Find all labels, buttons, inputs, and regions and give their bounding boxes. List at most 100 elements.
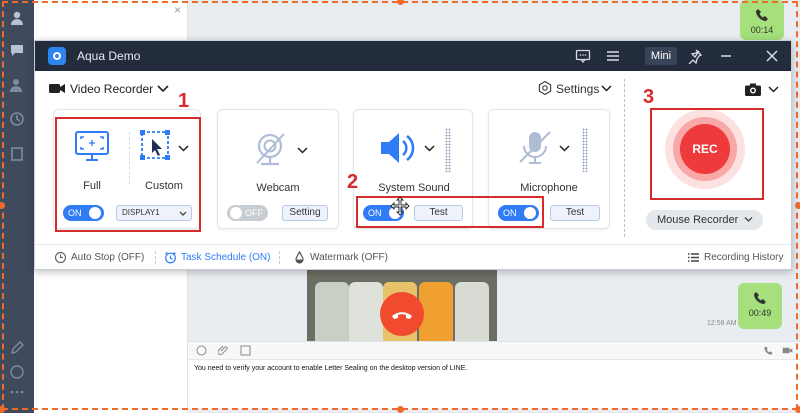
auto-stop-link[interactable]: Auto Stop (OFF)	[54, 251, 145, 264]
webcam-setting-button[interactable]: Setting	[282, 205, 328, 221]
task-schedule-label: Task Schedule (ON)	[181, 252, 271, 263]
toggle-knob	[524, 207, 536, 219]
speaker-icon[interactable]	[378, 128, 418, 168]
rec-button-halo: REC	[665, 109, 745, 189]
webcam-toggle[interactable]: OFF	[227, 205, 268, 221]
chat-input-area[interactable]: You need to verify your account to enabl…	[188, 359, 800, 409]
watermark-link[interactable]: Watermark (OFF)	[295, 251, 388, 264]
auto-stop-label: Auto Stop (OFF)	[71, 252, 145, 263]
webcam-off-icon[interactable]	[252, 130, 292, 170]
profile-icon[interactable]	[9, 10, 25, 26]
chevron-down-icon[interactable]	[424, 144, 435, 153]
annotation-number-2: 2	[347, 171, 359, 193]
add-friend-icon[interactable]	[9, 77, 25, 93]
settings-gear-icon[interactable]	[538, 81, 552, 95]
full-label: Full	[83, 180, 101, 192]
recording-history-link[interactable]: Recording History	[688, 252, 784, 263]
chevron-down-icon[interactable]	[157, 83, 169, 93]
webcam-label: Webcam	[256, 182, 300, 194]
resize-handle[interactable]	[397, 406, 404, 413]
chevron-down-icon[interactable]	[768, 84, 779, 94]
system-volume-meter	[445, 128, 451, 172]
recording-history-label: Recording History	[704, 252, 784, 263]
footer-separator	[155, 251, 156, 264]
microphone-toggle[interactable]: ON	[498, 205, 539, 221]
toggle-knob	[89, 207, 101, 219]
custom-region-icon[interactable]	[140, 130, 174, 164]
move-cursor-icon	[390, 196, 410, 216]
task-schedule-link[interactable]: Task Schedule (ON)	[165, 252, 271, 264]
recorder-footer: Auto Stop (OFF) Task Schedule (ON) Water…	[35, 244, 791, 270]
screen-record-toggle[interactable]: ON	[63, 205, 104, 221]
phone-icon	[756, 9, 768, 21]
system-sound-test-button[interactable]: Test	[414, 205, 463, 221]
microphone-test-button[interactable]: Test	[550, 205, 600, 221]
mouse-recorder-button[interactable]: Mouse Recorder	[646, 210, 763, 230]
call-icon[interactable]	[763, 345, 774, 356]
recorder-window: Aqua Demo Mini Video Recorder Settings F…	[34, 40, 792, 270]
screenshot-icon[interactable]	[240, 345, 251, 356]
call-duration: 00:49	[748, 308, 772, 318]
chat-app-sidebar	[0, 0, 34, 413]
microphone-muted-icon[interactable]	[515, 128, 555, 168]
hang-up-button[interactable]	[380, 292, 424, 336]
toggle-knob	[230, 207, 242, 219]
mode-header: Video Recorder Settings	[35, 71, 624, 107]
call-bubble[interactable]: 00:49	[738, 283, 782, 329]
call-bubble[interactable]: 00:14	[740, 0, 784, 40]
toggle-state: ON	[503, 208, 517, 218]
chevron-down-icon	[744, 217, 753, 222]
notes-icon[interactable]	[9, 146, 25, 162]
settings-dropdown[interactable]: Settings	[556, 82, 599, 96]
chats-icon[interactable]	[9, 42, 25, 58]
watermark-label: Watermark (OFF)	[310, 252, 388, 263]
system-sound-label: System Sound	[378, 182, 450, 194]
chevron-down-icon[interactable]	[178, 144, 189, 153]
pin-icon[interactable]	[687, 48, 703, 64]
webcam-card: Webcam OFF Setting	[217, 109, 339, 229]
full-screen-icon[interactable]	[74, 130, 110, 162]
phone-icon	[754, 292, 766, 304]
system-sound-card: System Sound ON Test	[353, 109, 473, 229]
mouse-recorder-label: Mouse Recorder	[657, 214, 739, 226]
camera-icon[interactable]	[745, 83, 761, 96]
chevron-down-icon[interactable]	[559, 144, 570, 153]
screen-area-card: Full Custom ON DISPLAY1	[53, 109, 201, 229]
card-separator	[129, 132, 130, 184]
microphone-label: Microphone	[520, 182, 578, 194]
feedback-icon[interactable]	[575, 48, 591, 64]
clock-icon[interactable]	[9, 364, 25, 380]
title-bar: Aqua Demo Mini	[35, 41, 791, 71]
call-duration: 00:14	[750, 25, 774, 35]
annotation-number-3: 3	[643, 86, 655, 108]
toggle-state: ON	[68, 208, 82, 218]
watermark-drop-icon	[295, 251, 304, 264]
resize-handle[interactable]	[795, 406, 800, 413]
chevron-down-icon[interactable]	[297, 146, 308, 155]
emoji-icon[interactable]	[196, 345, 207, 356]
display-select[interactable]: DISPLAY1	[116, 205, 192, 221]
list-icon	[688, 253, 699, 262]
attach-icon[interactable]	[218, 345, 229, 356]
chat-input-toolbar	[188, 341, 800, 359]
close-icon[interactable]: ×	[174, 3, 181, 17]
chevron-down-icon[interactable]	[601, 83, 612, 93]
menu-icon[interactable]	[605, 48, 621, 64]
annotation-number-1: 1	[178, 90, 190, 112]
more-icon[interactable]	[9, 384, 25, 400]
minimize-icon[interactable]	[718, 48, 734, 64]
resize-handle[interactable]	[795, 202, 800, 209]
video-camera-icon	[49, 84, 65, 93]
rec-button[interactable]: REC	[680, 124, 730, 174]
video-call-icon[interactable]	[782, 345, 793, 356]
history-icon[interactable]	[9, 111, 25, 127]
recorder-mode-dropdown[interactable]: Video Recorder	[70, 82, 153, 96]
mini-mode-button[interactable]: Mini	[645, 47, 677, 65]
letter-sealing-notice: You need to verify your account to enabl…	[194, 365, 468, 372]
section-divider	[624, 79, 625, 237]
close-icon[interactable]	[764, 48, 780, 64]
edit-icon[interactable]	[9, 340, 25, 356]
timer-icon	[54, 251, 67, 264]
toggle-state: ON	[368, 208, 382, 218]
footer-separator	[279, 251, 280, 264]
